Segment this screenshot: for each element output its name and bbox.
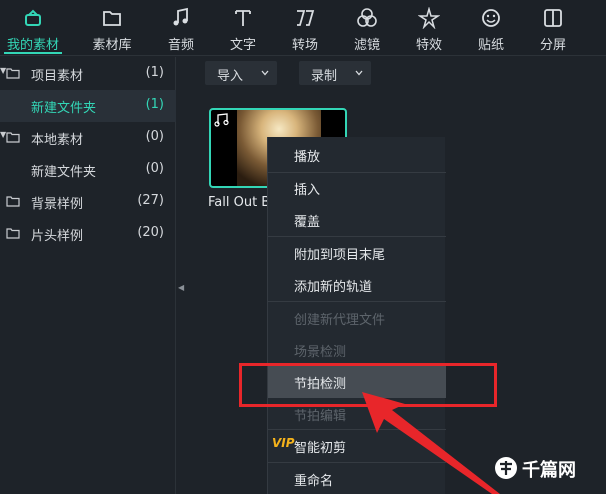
folder-icon <box>6 68 20 79</box>
folder-label: 项目素材 <box>31 69 84 84</box>
folder-count: (27) <box>137 193 164 208</box>
clip-title: Fall Out B <box>208 195 271 210</box>
tab-stickers-label: 贴纸 <box>477 38 504 53</box>
folder-label: 背景样例 <box>31 197 84 212</box>
menu-item-label: 播放 <box>294 150 321 165</box>
sticker-smile-icon <box>482 9 500 27</box>
menu-item-smart-cut[interactable]: VIP 智能初剪 <box>268 430 446 462</box>
tab-effects[interactable]: 特效 <box>396 0 462 56</box>
folder-icon <box>103 11 121 26</box>
folder-icon <box>6 228 20 239</box>
text-t-icon <box>235 10 251 26</box>
folder-new-folder-local[interactable]: 新建文件夹 (0) <box>0 154 176 186</box>
menu-item-label: 覆盖 <box>294 215 321 230</box>
folder-count: (20) <box>137 225 164 240</box>
menu-item-play[interactable]: 播放 <box>268 139 446 171</box>
folder-count: (0) <box>145 129 164 144</box>
tab-text[interactable]: 文字 <box>210 0 276 56</box>
split-screen-icon <box>544 9 562 27</box>
folder-intro-samples[interactable]: 片头样例 (20) <box>0 218 176 250</box>
import-label: 导入 <box>217 69 244 84</box>
folder-label: 新建文件夹 <box>31 165 97 180</box>
tab-my-media[interactable]: 我的素材 <box>0 0 66 56</box>
collapse-panel-icon[interactable]: ◀ <box>178 283 184 292</box>
tab-transition[interactable]: 转场 <box>272 0 338 56</box>
menu-item-overwrite[interactable]: 覆盖 <box>268 204 446 236</box>
menu-item-label: 智能初剪 <box>294 441 347 456</box>
menu-item-label: 添加新的轨道 <box>294 280 373 295</box>
menu-item-insert[interactable]: 插入 <box>268 172 446 204</box>
menu-item-rename[interactable]: 重命名 <box>268 463 446 494</box>
folder-new-folder-project[interactable]: 新建文件夹 (1) <box>0 90 176 122</box>
tab-filter-label: 滤镜 <box>353 38 380 53</box>
import-dropdown[interactable]: 导入 <box>205 61 277 85</box>
tab-split-screen[interactable]: 分屏 <box>520 0 586 56</box>
folder-background-samples[interactable]: 背景样例 (27) <box>0 186 176 218</box>
watermark-label: 千篇网 <box>522 460 576 481</box>
tab-media-library[interactable]: 素材库 <box>79 0 145 56</box>
tab-media-library-label: 素材库 <box>92 38 132 53</box>
tab-stickers[interactable]: 贴纸 <box>458 0 524 56</box>
folder-project-media[interactable]: ▼ 项目素材 (1) <box>0 58 176 90</box>
annotation-highlight-box <box>239 363 497 407</box>
folder-count: (0) <box>145 161 164 176</box>
top-toolbar: 我的素材 素材库 音频 文字 转场 滤镜 特效 贴纸 分屏 <box>0 0 606 56</box>
record-dropdown[interactable]: 录制 <box>299 61 371 85</box>
folder-label: 新建文件夹 <box>31 101 97 116</box>
context-menu: 播放 插入 覆盖 附加到项目末尾 添加新的轨道 创建新代理文件 场景检测 节拍检… <box>267 137 446 494</box>
tab-audio-label: 音频 <box>167 38 194 53</box>
menu-item-label: 附加到项目末尾 <box>294 248 386 263</box>
folder-label: 片头样例 <box>31 229 84 244</box>
menu-item-add-track[interactable]: 添加新的轨道 <box>268 269 446 301</box>
folder-count: (1) <box>145 65 164 80</box>
menu-item-create-proxy: 创建新代理文件 <box>268 302 446 334</box>
watermark-logo-icon <box>495 457 517 479</box>
tab-filter[interactable]: 滤镜 <box>334 0 400 56</box>
menu-item-append-to-end[interactable]: 附加到项目末尾 <box>268 237 446 269</box>
menu-item-label: 插入 <box>294 183 321 198</box>
music-note-icon <box>173 7 188 26</box>
record-label: 录制 <box>311 69 338 84</box>
watermark: 千篇网 <box>492 452 606 486</box>
media-folder-panel: ▼ 项目素材 (1) 新建文件夹 (1) ▼ 本地素材 (0) 新建文件夹 (0… <box>0 57 176 494</box>
menu-item-label: 创建新代理文件 <box>294 313 386 328</box>
menu-item-label: 重命名 <box>294 474 334 489</box>
menu-item-label: 场景检测 <box>294 345 347 360</box>
chevron-down-icon <box>261 70 269 76</box>
vip-badge: VIP <box>272 436 295 450</box>
tab-transition-label: 转场 <box>291 38 318 53</box>
sparkle-star-icon <box>418 7 440 29</box>
folder-count: (1) <box>145 97 164 112</box>
folder-icon <box>6 132 20 143</box>
tab-effects-label: 特效 <box>415 38 442 53</box>
tab-my-media-label: 我的素材 <box>6 38 59 53</box>
tab-split-screen-label: 分屏 <box>539 38 566 53</box>
menu-item-label: 节拍编辑 <box>294 409 347 424</box>
folder-label: 本地素材 <box>31 133 84 148</box>
media-box-icon <box>25 9 41 26</box>
music-note-icon <box>214 113 229 127</box>
folder-local-media[interactable]: ▼ 本地素材 (0) <box>0 122 176 154</box>
transition-icon <box>297 10 315 26</box>
tab-text-label: 文字 <box>229 38 256 53</box>
menu-item-scene-detect: 场景检测 <box>268 334 446 366</box>
chevron-down-icon <box>355 70 363 76</box>
tab-audio[interactable]: 音频 <box>148 0 214 56</box>
folder-icon <box>6 196 20 207</box>
filter-circles-icon <box>357 8 377 27</box>
